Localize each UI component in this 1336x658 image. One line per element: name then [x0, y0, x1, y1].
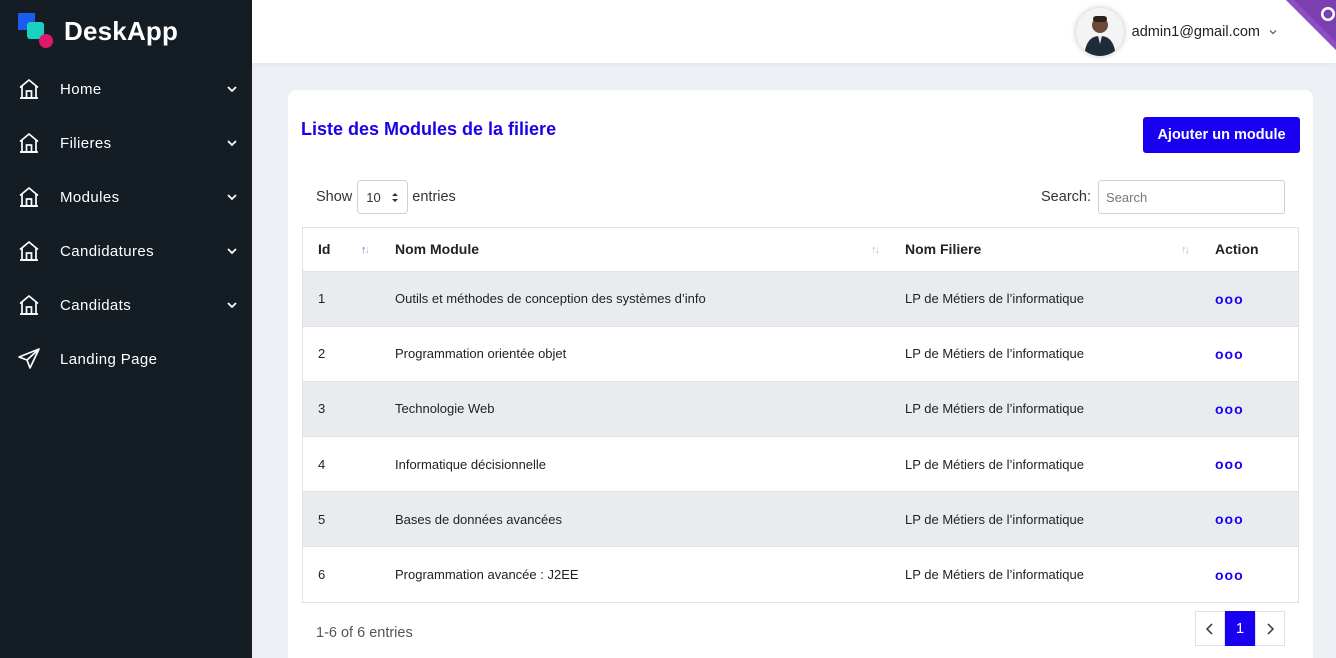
cell-module: Bases de données avancées	[380, 491, 890, 548]
sidebar-item-label: Home	[60, 80, 102, 98]
brand-logo-icon	[18, 13, 54, 49]
user-email: admin1@gmail.com	[1131, 24, 1260, 40]
chevron-down-icon	[226, 191, 238, 203]
search-label: Search:	[1041, 189, 1091, 205]
chevron-left-icon	[1205, 622, 1213, 635]
cell-module: Informatique décisionnelle	[380, 436, 890, 493]
cell-id: 6	[318, 567, 326, 583]
sidebar-item-home[interactable]: Home	[0, 62, 252, 116]
chevron-right-icon	[1267, 622, 1275, 635]
row-actions-button[interactable]: ooo	[1215, 456, 1244, 472]
sidebar-item-landing-page[interactable]: Landing Page	[0, 332, 252, 386]
row-actions-button[interactable]: ooo	[1215, 401, 1244, 417]
row-actions-button[interactable]: ooo	[1215, 291, 1244, 307]
cell-id: 4	[303, 436, 380, 493]
sidebar-item-label: Candidatures	[60, 242, 155, 260]
entries-label: entries	[412, 189, 456, 205]
sidebar: DeskApp Home Filieres Modules Candidatures C…	[0, 0, 252, 658]
brand[interactable]: DeskApp	[0, 0, 252, 62]
page-button-current[interactable]: 1	[1225, 611, 1255, 646]
page-size-select[interactable]: 10	[357, 180, 409, 214]
sidebar-item-modules[interactable]: Modules	[0, 170, 252, 224]
sort-asc-icon: ↑↓	[361, 244, 370, 256]
cell-filiere: LP de Métiers de l’informatique	[905, 567, 1084, 583]
search-control: Search:	[1041, 180, 1285, 214]
table-info: 1-6 of 6 entries	[316, 625, 413, 641]
row-actions-button[interactable]: ooo	[1215, 567, 1244, 583]
sidebar-item-label: Filieres	[60, 134, 112, 152]
column-header-id[interactable]: Id ↑↓	[303, 228, 380, 272]
paper-plane-icon	[17, 347, 41, 371]
cell-filiere: LP de Métiers de l’informatique	[890, 271, 1200, 327]
brand-name: DeskApp	[64, 15, 179, 46]
chevron-down-icon	[226, 299, 238, 311]
github-corner-icon[interactable]	[1286, 0, 1336, 50]
chevron-down-icon	[226, 245, 238, 257]
sidebar-item-filieres[interactable]: Filieres	[0, 116, 252, 170]
house-icon	[17, 77, 41, 101]
cell-module: Programmation orientée objet	[380, 326, 890, 382]
sidebar-item-label: Landing Page	[60, 350, 158, 368]
sidebar-item-label: Candidats	[60, 296, 132, 314]
table-row: 2 Programmation orientée objet LP de Métie…	[303, 326, 1298, 382]
select-arrows-icon	[392, 192, 399, 202]
cell-filiere: LP de Métiers de l’informatique	[890, 326, 1200, 382]
house-icon	[17, 239, 41, 263]
modules-card: Liste des Modules de la filiere Ajouter …	[288, 90, 1313, 658]
cell-module: Outils et méthodes de conception des sys…	[380, 271, 890, 327]
page-size-value: 10	[366, 189, 381, 205]
cell-filiere: LP de Métiers de l’informatique	[890, 491, 1200, 548]
row-actions-button[interactable]: ooo	[1215, 511, 1244, 527]
house-icon	[17, 293, 41, 317]
cell-module: Technologie Web	[380, 381, 890, 438]
cell-id: 5	[303, 491, 380, 548]
table-row: 5 Bases de données avancées LP de Métiers …	[303, 491, 1298, 548]
column-header-filiere[interactable]: Nom Filiere ↑↓	[890, 228, 1200, 272]
cell-filiere: LP de Métiers de l’informatique	[890, 436, 1200, 493]
user-menu[interactable]: admin1@gmail.com	[1075, 8, 1278, 56]
top-header: admin1@gmail.com	[252, 0, 1336, 63]
prev-page-button[interactable]	[1195, 611, 1225, 646]
chevron-down-icon	[226, 137, 238, 149]
column-header-action: Action	[1200, 228, 1298, 272]
table-row: 4 Informatique décisionnelle LP de Métiers…	[303, 436, 1298, 493]
chevron-down-icon	[1269, 30, 1277, 35]
sidebar-item-candidatures[interactable]: Candidatures	[0, 224, 252, 278]
pagination: 1	[1195, 611, 1285, 646]
page-title: Liste des Modules de la filiere	[301, 119, 557, 139]
add-module-button[interactable]: Ajouter un module	[1143, 117, 1300, 153]
cell-module: Programmation avancée : J2EE	[395, 567, 579, 583]
house-icon	[17, 131, 41, 155]
column-header-module[interactable]: Nom Module ↑↓	[380, 228, 890, 272]
sidebar-item-candidats[interactable]: Candidats	[0, 278, 252, 332]
modules-table: Id ↑↓ Nom Module ↑↓ Nom Filiere ↑↓ Actio…	[302, 227, 1299, 604]
cell-id: 1	[303, 271, 380, 327]
sidebar-nav: Home Filieres Modules Candidatures Candidats…	[0, 62, 252, 386]
search-input[interactable]	[1098, 180, 1285, 214]
table-header-row: Id ↑↓ Nom Module ↑↓ Nom Filiere ↑↓ Actio…	[303, 228, 1298, 272]
table-row: 6 Programmation avancée : J2EE LP de Métie…	[303, 547, 1298, 602]
house-icon	[17, 185, 41, 209]
page-size-control: Show 10 entries	[316, 180, 456, 214]
sort-icon: ↑↓	[1181, 244, 1190, 256]
cell-filiere: LP de Métiers de l’informatique	[890, 381, 1200, 438]
table-row: 1 Outils et méthodes de conception des sy…	[303, 271, 1298, 327]
sidebar-item-label: Modules	[60, 188, 120, 206]
sort-icon: ↑↓	[871, 244, 880, 256]
cell-id: 3	[303, 381, 380, 438]
show-label: Show	[316, 189, 353, 205]
avatar	[1075, 8, 1124, 56]
row-actions-button[interactable]: ooo	[1215, 346, 1244, 362]
next-page-button[interactable]	[1255, 611, 1285, 646]
cell-id: 2	[303, 326, 380, 382]
chevron-down-icon	[226, 83, 238, 95]
table-row: 3 Technologie Web LP de Métiers de l’infor…	[303, 381, 1298, 438]
